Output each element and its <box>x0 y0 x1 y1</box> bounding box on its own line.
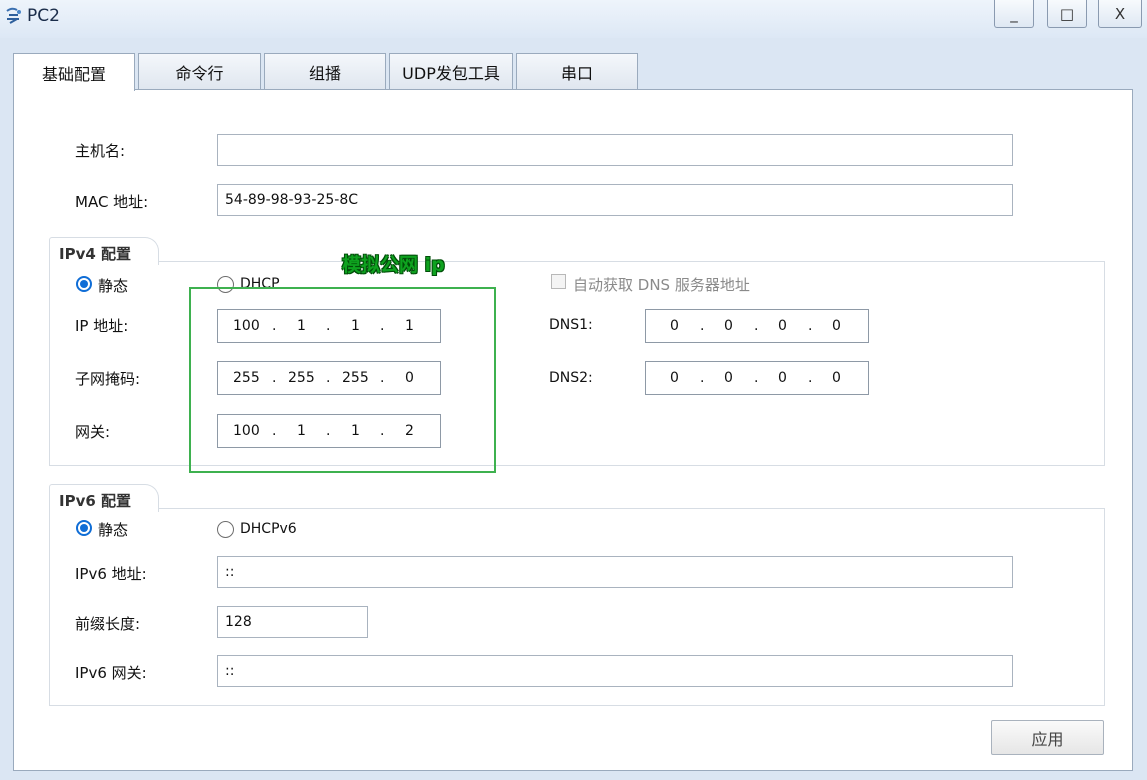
dns2-dot: . <box>700 370 705 386</box>
dns1-dot: . <box>754 318 759 334</box>
ip-address-label: IP 地址: <box>75 317 129 335</box>
dns1-dot: . <box>700 318 705 334</box>
ipv6-address-input[interactable]: :: <box>217 556 1013 588</box>
hostname-label: 主机名: <box>75 142 126 160</box>
ipv6-group-title: IPv6 配置 <box>49 484 159 512</box>
ipv4-static-label: 静态 <box>98 277 129 295</box>
pc-app-icon <box>6 7 21 24</box>
ipv6-dhcp-label: DHCPv6 <box>240 521 297 537</box>
dns2-octet: 0 <box>724 370 733 386</box>
maximize-button[interactable]: □ <box>1047 0 1087 28</box>
dns2-octet: 0 <box>832 370 841 386</box>
prefix-length-label: 前缀长度: <box>75 615 141 633</box>
tab-label: 命令行 <box>175 64 224 83</box>
annotation-highlight-box <box>189 287 496 473</box>
tab-label: 组播 <box>308 64 341 83</box>
tab-label: UDP发包工具 <box>402 64 500 83</box>
dns1-label: DNS1: <box>549 317 593 333</box>
annotation-text: 模拟公网 ip <box>342 254 445 276</box>
dns1-octet: 0 <box>778 318 787 334</box>
apply-button[interactable]: 应用 <box>991 720 1104 755</box>
close-icon: X <box>1114 4 1126 23</box>
ipv6-gateway-label: IPv6 网关: <box>75 664 147 682</box>
dns1-octet: 0 <box>832 318 841 334</box>
dns2-label: DNS2: <box>549 370 593 386</box>
dns2-octet: 0 <box>670 370 679 386</box>
tab-udp-tool[interactable]: UDP发包工具 <box>389 53 513 90</box>
tab-label: 串口 <box>560 64 593 83</box>
dns1-octet: 0 <box>724 318 733 334</box>
gateway-label: 网关: <box>75 423 111 441</box>
minimize-button[interactable]: _ <box>994 0 1034 28</box>
window-title: PC2 <box>27 6 60 26</box>
tab-command-line[interactable]: 命令行 <box>138 53 261 90</box>
prefix-length-input[interactable]: 128 <box>217 606 368 638</box>
auto-dns-checkbox[interactable] <box>551 274 566 289</box>
minimize-icon: _ <box>1010 4 1018 23</box>
dns2-octet: 0 <box>778 370 787 386</box>
mac-label: MAC 地址: <box>75 193 149 211</box>
tab-basic-config[interactable]: 基础配置 <box>13 53 135 91</box>
ipv6-address-label: IPv6 地址: <box>75 565 147 583</box>
title-bar: PC2 _ □ X <box>0 0 1147 38</box>
ipv6-static-label: 静态 <box>98 521 129 539</box>
dns2-input[interactable]: 0 . 0 . 0 . 0 <box>645 361 869 395</box>
ipv4-static-radio[interactable] <box>76 276 92 292</box>
subnet-mask-label: 子网掩码: <box>75 370 141 388</box>
mac-field: 54-89-98-93-25-8C <box>217 184 1013 216</box>
ipv6-dhcp-radio[interactable] <box>217 521 234 538</box>
dns1-dot: . <box>808 318 813 334</box>
dns1-input[interactable]: 0 . 0 . 0 . 0 <box>645 309 869 343</box>
dns2-dot: . <box>754 370 759 386</box>
tab-multicast[interactable]: 组播 <box>264 53 386 90</box>
tab-serial[interactable]: 串口 <box>516 53 638 90</box>
auto-dns-label: 自动获取 DNS 服务器地址 <box>573 276 750 294</box>
maximize-icon: □ <box>1059 4 1075 23</box>
dns1-octet: 0 <box>670 318 679 334</box>
tab-label: 基础配置 <box>41 64 106 84</box>
ipv6-gateway-input[interactable]: :: <box>217 655 1013 687</box>
dns2-dot: . <box>808 370 813 386</box>
ipv4-group-title: IPv4 配置 <box>49 237 159 265</box>
ipv6-static-radio[interactable] <box>76 520 92 536</box>
hostname-input[interactable] <box>217 134 1013 166</box>
close-button[interactable]: X <box>1098 0 1142 28</box>
